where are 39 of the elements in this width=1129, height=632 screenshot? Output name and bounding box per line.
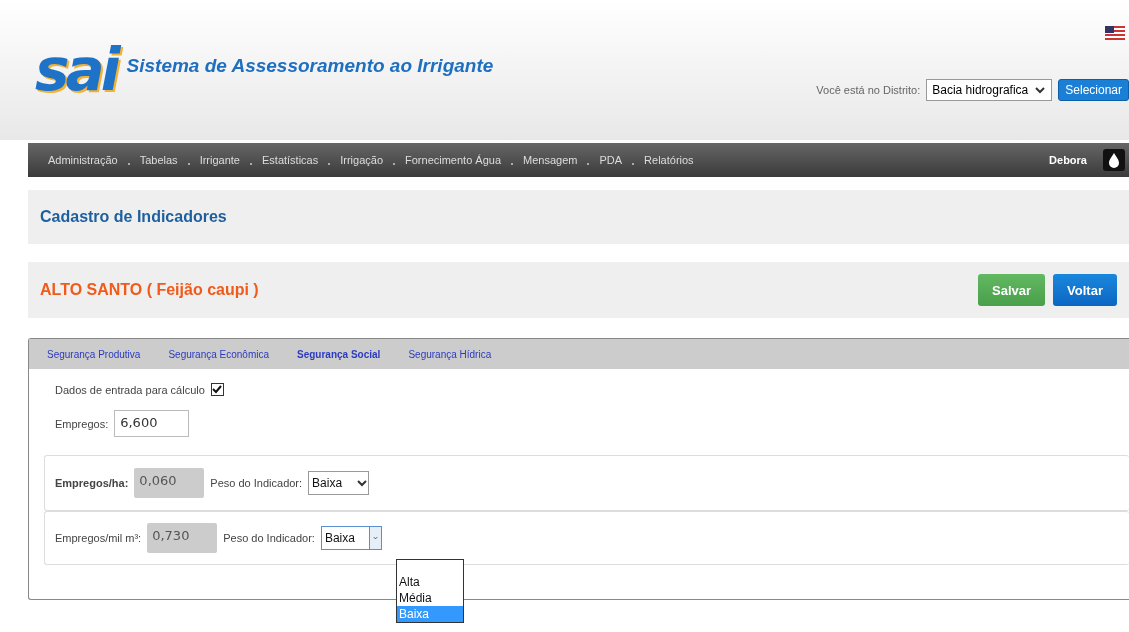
field-label: Empregos:: [55, 417, 109, 430]
district-label: Você está no Distrito:: [816, 84, 921, 96]
nav-item[interactable]: Mensagem: [523, 154, 578, 166]
district-select[interactable]: Bacia hidrografica: [926, 79, 1053, 101]
indicator-value: 0,060: [134, 468, 205, 498]
weight-select[interactable]: Baixa: [320, 526, 382, 550]
checkbox[interactable]: [210, 383, 224, 396]
caret-icon: [368, 527, 381, 549]
caret-icon: [1034, 86, 1047, 94]
flag-icon[interactable]: [1105, 26, 1125, 40]
tab[interactable]: Segurança Social: [297, 348, 381, 360]
select-button[interactable]: Selecionar: [1058, 79, 1129, 101]
jobs-field[interactable]: 6,600: [114, 410, 190, 437]
caret-icon: [356, 479, 369, 487]
page-title: Cadastro de Indicadores: [40, 208, 227, 226]
drop-icon[interactable]: [1103, 149, 1125, 171]
indicator-label: Empregos/ha:: [55, 477, 129, 489]
nav-item[interactable]: Relatórios: [644, 154, 694, 166]
nav-item[interactable]: Administração: [48, 154, 118, 166]
tab[interactable]: Segurança Econômica: [168, 348, 270, 360]
weight-label: Peso do Indicador:: [210, 477, 303, 489]
record-title: ALTO SANTO ( Feijão caupi ): [40, 281, 259, 299]
indicator-value: 0,730: [147, 523, 218, 553]
checkbox-label: Dados de entrada para cálculo: [55, 383, 205, 396]
nav-item[interactable]: Irrigante: [199, 154, 240, 166]
weight-label: Peso do Indicador:: [223, 532, 315, 544]
tab[interactable]: Segurança Produtiva: [47, 348, 141, 360]
user-name[interactable]: Debora: [1049, 154, 1087, 166]
nav-item[interactable]: Irrigação: [340, 154, 384, 166]
tab[interactable]: Segurança Hídrica: [408, 348, 492, 360]
logo: sai: [35, 36, 117, 104]
back-button[interactable]: Voltar: [1053, 274, 1117, 306]
nav-item[interactable]: PDA: [599, 154, 623, 166]
nav-item[interactable]: Estatísticas: [262, 154, 319, 166]
app-title: Sistema de Assessoramento ao Irrigante: [126, 55, 494, 77]
weight-select[interactable]: Baixa: [308, 471, 370, 495]
nav-item[interactable]: Tabelas: [139, 154, 178, 166]
nav-item[interactable]: Fornecimento Água: [405, 154, 502, 166]
indicator-label: Empregos/mil m³:: [55, 532, 142, 544]
